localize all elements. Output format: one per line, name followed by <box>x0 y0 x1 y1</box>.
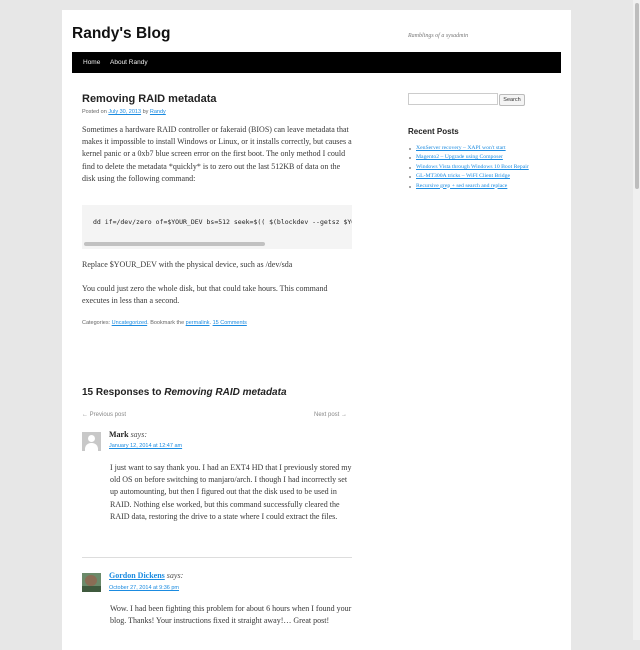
avatar <box>82 432 101 451</box>
window-scrollbar[interactable] <box>633 0 640 640</box>
search-button[interactable]: Search <box>499 94 525 106</box>
post-author-link[interactable]: Randy <box>150 109 166 115</box>
comment-author: Gordon Dickens says: <box>109 571 183 580</box>
avatar-photo-body <box>82 586 101 592</box>
bookmark-text: . Bookmark the <box>147 320 185 326</box>
comment-says: says: <box>166 571 184 580</box>
recent-post-link[interactable]: XenServer recovery – XAPI won't start <box>408 144 558 153</box>
post-meta: Posted on July 30, 2013 by Randy <box>82 109 166 115</box>
comment-author: Mark says: <box>109 430 147 439</box>
comment-date-link[interactable]: January 12, 2014 at 12:47 am <box>109 443 182 449</box>
comment-text: I just want to say thank you. I had an E… <box>110 463 352 521</box>
post-title[interactable]: Removing RAID metadata <box>82 93 216 105</box>
comment-text: Wow. I had been fighting this problem fo… <box>110 604 352 626</box>
category-link[interactable]: Uncategorized <box>112 320 147 326</box>
recent-post-link[interactable]: GL-MT300A tricks – WiFI Client Bridge <box>408 172 558 181</box>
window-scrollbar-thumb[interactable] <box>635 3 639 189</box>
previous-post-link[interactable]: ← Previous post <box>82 412 126 418</box>
next-post-link[interactable]: Next post → <box>314 412 347 418</box>
comment-date-link[interactable]: October 27, 2014 at 9:36 pm <box>109 585 179 591</box>
comment-says: says: <box>130 430 148 439</box>
post-meta-by: by <box>142 109 149 115</box>
code-command: dd if=/dev/zero of=$YOUR_DEV bs=512 seek… <box>93 218 352 226</box>
page-container: Randy's Blog Ramblings of a sysadmin Hom… <box>62 10 571 650</box>
recent-post-title[interactable]: XenServer recovery – XAPI won't start <box>416 145 506 151</box>
code-block: dd if=/dev/zero of=$YOUR_DEV bs=512 seek… <box>82 205 352 249</box>
recent-post-title[interactable]: GL-MT300A tricks – WiFI Client Bridge <box>416 173 510 179</box>
comment-author-name: Mark <box>109 430 129 439</box>
categories-prefix: Categories: <box>82 320 111 326</box>
post-paragraph: You could just zero the whole disk, but … <box>82 284 328 306</box>
permalink-link[interactable]: permalink <box>186 320 210 326</box>
avatar <box>82 573 101 592</box>
avatar-head-shape <box>88 435 95 442</box>
recent-post-link[interactable]: Windows Vista through Windows 10 Boot Re… <box>408 163 558 172</box>
comments-heading: 15 Responses to Removing RAID metadata <box>82 387 287 398</box>
nav-item-home[interactable]: Home <box>83 59 100 66</box>
recent-posts-heading: Recent Posts <box>408 127 459 136</box>
post-date-link[interactable]: July 30, 2013 <box>108 109 141 115</box>
comment-divider <box>82 557 352 558</box>
avatar-photo-face <box>85 575 97 586</box>
comment-author-link[interactable]: Gordon Dickens <box>109 571 165 580</box>
main-nav: Home About Randy <box>72 52 561 73</box>
code-scrollbar[interactable] <box>82 242 352 246</box>
footer-separator: . <box>209 320 212 326</box>
code-scrollbar-thumb[interactable] <box>84 242 265 246</box>
site-title[interactable]: Randy's Blog <box>72 25 170 43</box>
comments-link[interactable]: 15 Comments <box>213 320 247 326</box>
post-meta-prefix: Posted on <box>82 109 107 115</box>
comments-heading-prefix: 15 Responses to <box>82 387 162 398</box>
search-input[interactable] <box>408 93 498 105</box>
recent-post-link[interactable]: Magento2 – Upgrade using Composer <box>408 153 558 162</box>
recent-post-title[interactable]: Windows Vista through Windows 10 Boot Re… <box>416 164 529 170</box>
post-paragraph: Sometimes a hardware RAID controller or … <box>82 125 352 183</box>
recent-post-title[interactable]: Recursive grep + sed search and replace <box>416 183 507 189</box>
site-description: Ramblings of a sysadmin <box>408 33 469 39</box>
comments-heading-post: Removing RAID metadata <box>164 387 287 398</box>
recent-post-title[interactable]: Magento2 – Upgrade using Composer <box>416 154 503 160</box>
nav-item-about[interactable]: About Randy <box>110 59 148 66</box>
post-paragraph: Replace $YOUR_DEV with the physical devi… <box>82 260 293 269</box>
post-footer: Categories: Uncategorized. Bookmark the … <box>82 320 247 326</box>
avatar-body-shape <box>85 443 98 451</box>
recent-posts-list: XenServer recovery – XAPI won't start Ma… <box>408 144 558 191</box>
recent-post-link[interactable]: Recursive grep + sed search and replace <box>408 182 558 191</box>
